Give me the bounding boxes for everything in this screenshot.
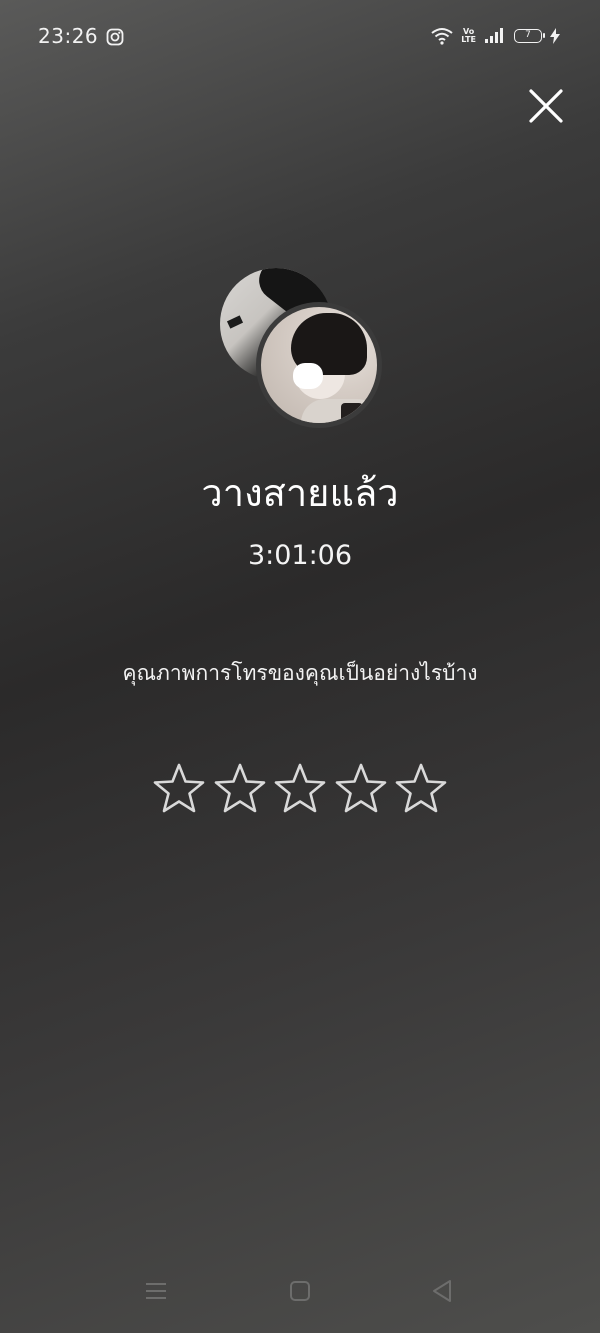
- status-bar: 23:26 Vo LTE 7: [0, 0, 600, 72]
- star-5-button[interactable]: [395, 762, 447, 814]
- volte-bottom-label: LTE: [461, 35, 476, 44]
- contact-avatar: [256, 302, 382, 428]
- home-icon[interactable]: [284, 1275, 316, 1307]
- star-2-button[interactable]: [214, 762, 266, 814]
- status-time: 23:26: [38, 24, 99, 48]
- star-4-button[interactable]: [335, 762, 387, 814]
- signal-icon: [485, 28, 503, 43]
- close-button[interactable]: [524, 84, 568, 128]
- star-1-button[interactable]: [153, 762, 205, 814]
- wifi-icon: [431, 28, 453, 45]
- avatar-image-detail: [341, 403, 363, 423]
- star-rating: [153, 762, 447, 814]
- star-3-button[interactable]: [274, 762, 326, 814]
- rating-question: คุณภาพการโทรของคุณเป็นอย่างไรบ้าง: [122, 661, 478, 685]
- charging-icon: [550, 28, 560, 44]
- menu-icon[interactable]: [140, 1275, 172, 1307]
- navigation-bar: [0, 1261, 600, 1333]
- call-status: วางสายแล้ว: [201, 471, 399, 515]
- avatar-image-detail: [226, 315, 244, 329]
- instagram-icon: [106, 28, 124, 46]
- avatar-image-detail: [293, 363, 323, 389]
- volte-icon: Vo LTE: [461, 28, 476, 44]
- back-icon[interactable]: [426, 1275, 458, 1307]
- status-icons: Vo LTE 7: [431, 24, 560, 48]
- battery-icon: 7: [514, 29, 545, 43]
- battery-level: 7: [525, 30, 531, 40]
- call-duration: 3:01:06: [247, 540, 353, 571]
